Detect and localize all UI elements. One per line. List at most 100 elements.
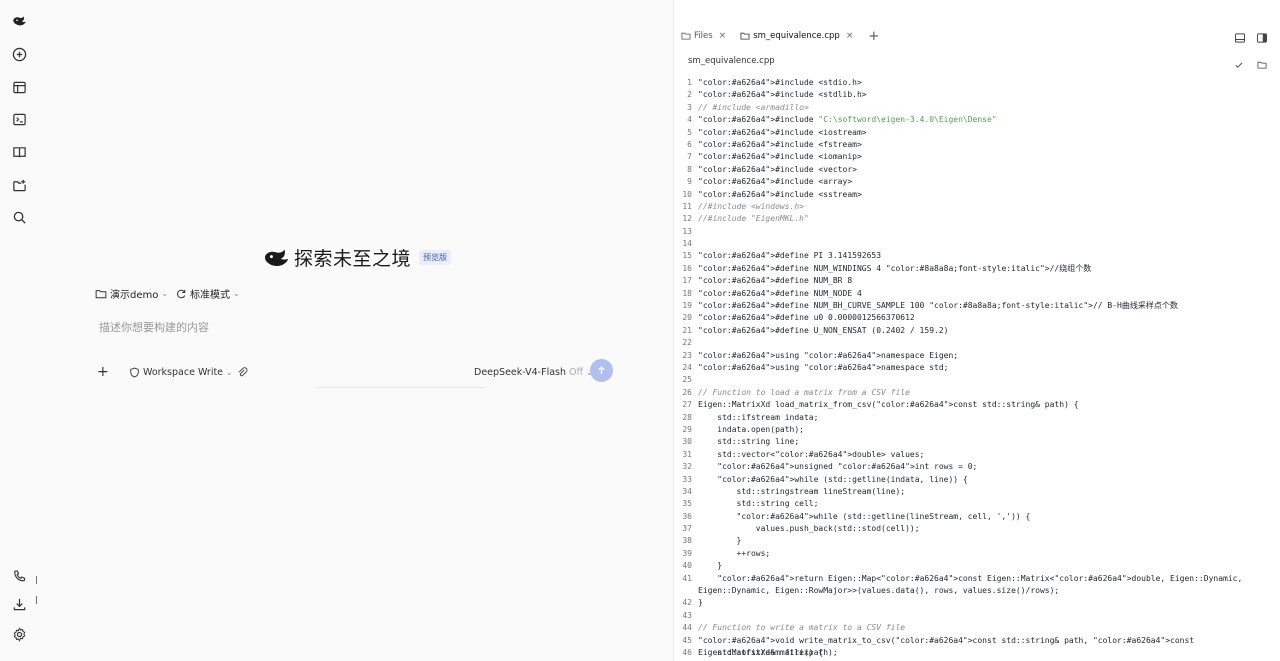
code-line[interactable]: 18 "color:#a626a4">#define NUM_NODE 4 [674, 288, 1274, 300]
send-button[interactable] [590, 359, 613, 382]
code-line[interactable]: 16 "color:#a626a4">#define NUM_WINDINGS 4… [674, 263, 1274, 275]
line-number: 38 [682, 536, 692, 546]
settings-gear-icon[interactable] [10, 625, 28, 643]
line-number: 22 [682, 338, 692, 348]
code-line[interactable]: 4 "color:#a626a4">#include "C:\softword\e… [674, 114, 1274, 126]
code-line[interactable]: 9 "color:#a626a4">#include <array> [674, 176, 1274, 188]
code-line[interactable]: 10 "color:#a626a4">#include <sstream> [674, 189, 1274, 201]
code-line[interactable]: 12 //#include "EigenMKL.h" [674, 213, 1274, 225]
code-line[interactable]: 38 } [674, 535, 1274, 547]
search-icon[interactable] [10, 208, 28, 226]
code-line[interactable]: 41 "color:#a626a4">return Eigen::Map<"co… [674, 573, 1274, 598]
line-number: 14 [682, 239, 692, 249]
line-number: 43 [682, 610, 692, 620]
code-line[interactable]: 30 std::string line; [674, 436, 1274, 448]
code-line[interactable]: 8 "color:#a626a4">#include <vector> [674, 164, 1274, 176]
line-text: indata.open(path); [698, 424, 804, 434]
line-text: "color:#a626a4">#include <iostream> [698, 127, 867, 137]
code-line[interactable]: 39 ++rows; [674, 548, 1274, 560]
line-number: 2 [687, 90, 692, 100]
prompt-input[interactable]: 描述你想要构建的内容 [99, 319, 209, 335]
chevron-down-icon: ⌄ [161, 289, 169, 298]
add-folder-icon[interactable] [10, 176, 28, 194]
paperclip-icon [238, 366, 248, 376]
tab-sm-equivalence[interactable]: sm_equivalence.cpp × [733, 31, 860, 41]
code-line[interactable]: 40 } [674, 560, 1274, 572]
phone-icon[interactable] [10, 567, 28, 585]
attach-file-button[interactable] [237, 362, 248, 382]
code-line[interactable]: 26 // Function to load a matrix from a CS… [674, 387, 1274, 399]
code-line[interactable]: 15 "color:#a626a4">#define PI 3.141592653 [674, 250, 1274, 262]
code-line[interactable]: 19 "color:#a626a4">#define NUM_BH_CURVE_S… [674, 300, 1274, 312]
close-icon[interactable]: × [846, 31, 854, 41]
code-line[interactable]: 37 values.push_back(std::stod(cell)); [674, 523, 1274, 535]
book-icon[interactable] [10, 143, 28, 161]
line-number: 21 [682, 325, 692, 335]
code-line[interactable]: 7 "color:#a626a4">#include <iomanip> [674, 151, 1274, 163]
code-line[interactable]: 25 [674, 374, 1274, 386]
code-line[interactable]: 11 //#include <windows.h> [674, 201, 1274, 213]
code-line[interactable]: 28 std::ifstream indata; [674, 412, 1274, 424]
layout-icon[interactable] [10, 78, 28, 96]
add-attachment-button[interactable]: + [97, 362, 109, 382]
code-line[interactable]: 31 std::vector<"color:#a626a4">double> v… [674, 449, 1274, 461]
line-text: "color:#a626a4">#define NUM_BH_CURVE_SAM… [698, 301, 1178, 311]
code-line[interactable]: 29 indata.open(path); [674, 424, 1274, 436]
code-line[interactable]: 45 "color:#a626a4">void write_matrix_to_c… [674, 635, 1274, 657]
code-line[interactable]: 2 "color:#a626a4">#include <stdlib.h> [674, 89, 1274, 101]
line-text: "color:#a626a4">#define U_NON_ENSAT (0.2… [698, 325, 949, 335]
line-text [698, 374, 1274, 386]
terminal-icon[interactable] [10, 110, 28, 128]
toggle-panel-bottom-icon[interactable] [1234, 29, 1248, 43]
app-logo-icon[interactable] [10, 12, 28, 30]
line-text: "color:#a626a4">#include <stdlib.h> [698, 90, 867, 100]
refresh-icon [177, 289, 186, 298]
code-line[interactable]: 24 "color:#a626a4">using "color:#a626a4">… [674, 362, 1274, 374]
code-line[interactable]: 33 "color:#a626a4">while (std::getline(i… [674, 474, 1274, 486]
code-editor[interactable]: 1 "color:#a626a4">#include <stdio.h> 2 "col… [674, 77, 1274, 659]
line-number: 1 [687, 78, 692, 87]
code-line[interactable]: 43 [674, 610, 1274, 622]
line-number: 10 [682, 189, 692, 199]
folder-icon [681, 32, 691, 40]
check-icon[interactable] [1234, 55, 1246, 68]
code-line[interactable]: 46 std::ofstream file(path); [674, 647, 1274, 659]
code-line[interactable]: 3 // #include <armadillo> [674, 102, 1274, 114]
permission-selector[interactable]: Workspace Write ⌄ [129, 362, 233, 382]
code-line[interactable]: 14 [674, 238, 1274, 250]
code-line[interactable]: 32 "color:#a626a4">unsigned "color:#a626… [674, 461, 1274, 473]
chevron-down-icon: ⌄ [226, 367, 233, 377]
mode-selector[interactable]: 标准模式 ⌄ [175, 286, 240, 301]
editor-tabs: Files × sm_equivalence.cpp × + [674, 26, 879, 46]
code-line[interactable]: 35 std::string cell; [674, 498, 1274, 510]
code-line[interactable]: 13 [674, 226, 1274, 238]
project-selector[interactable]: 演示demo ⌄ [95, 286, 168, 301]
code-line[interactable]: 27 Eigen::MatrixXd load_matrix_from_csv("… [674, 399, 1274, 411]
code-line[interactable]: 42} [674, 597, 1274, 609]
download-icon[interactable] [10, 595, 28, 613]
line-text: "color:#a626a4">#include <array> [698, 177, 853, 187]
model-selector[interactable]: DeepSeek-V4-Flash Off ⌄ [474, 362, 593, 382]
close-icon[interactable]: × [719, 31, 727, 41]
code-line[interactable]: 21 "color:#a626a4">#define U_NON_ENSAT (0… [674, 325, 1274, 337]
code-line[interactable]: 36 "color:#a626a4">while (std::getline(l… [674, 511, 1274, 523]
line-text: "color:#a626a4">#define u0 0.00000125663… [698, 313, 915, 323]
plus-icon: + [97, 364, 109, 380]
code-line[interactable]: 20 "color:#a626a4">#define u0 0.000001256… [674, 312, 1274, 324]
add-tab-button[interactable]: + [868, 29, 879, 44]
new-chat-icon[interactable] [10, 45, 28, 63]
tab-label: Files [694, 31, 713, 41]
line-text: "color:#a626a4">return Eigen::Map<"color… [698, 573, 1248, 596]
line-text: "color:#a626a4">#include <stdio.h> [698, 78, 862, 87]
code-line[interactable]: 34 std::stringstream lineStream(line); [674, 486, 1274, 498]
code-line[interactable]: 1 "color:#a626a4">#include <stdio.h> [674, 77, 1274, 89]
code-line[interactable]: 5 "color:#a626a4">#include <iostream> [674, 127, 1274, 139]
tab-files[interactable]: Files × [674, 31, 733, 41]
toggle-panel-right-icon[interactable] [1256, 29, 1270, 43]
code-line[interactable]: 44 // Function to write a matrix to a CSV… [674, 622, 1274, 634]
code-line[interactable]: 17 "color:#a626a4">#define NUM_BR 8 [674, 275, 1274, 287]
open-folder-icon[interactable] [1257, 55, 1269, 69]
code-line[interactable]: 6 "color:#a626a4">#include <fstream> [674, 139, 1274, 151]
code-line[interactable]: 22 [674, 337, 1274, 349]
code-line[interactable]: 23 "color:#a626a4">using "color:#a626a4">… [674, 350, 1274, 362]
